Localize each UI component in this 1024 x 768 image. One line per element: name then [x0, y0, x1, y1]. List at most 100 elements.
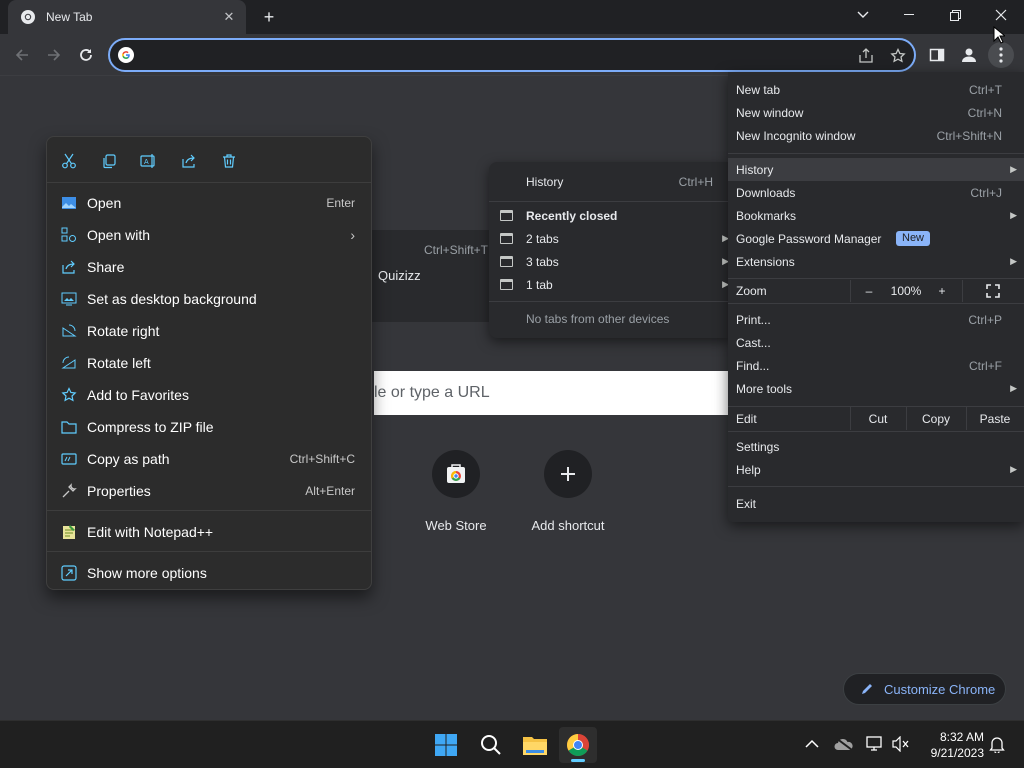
photo-icon: [60, 194, 78, 212]
recently-closed-header: Recently closed: [489, 204, 731, 227]
file-explorer-button[interactable]: [516, 727, 554, 763]
customize-chrome-button[interactable]: Customize Chrome: [843, 673, 1006, 705]
notepad-plus-icon: [60, 523, 78, 541]
zoom-in-button[interactable]: +: [930, 280, 954, 302]
context-item-properties[interactable]: Properties Alt+Enter: [47, 475, 371, 507]
history-submenu: History Ctrl+H Recently closed 2 tabs ▶ …: [489, 162, 731, 338]
context-item-rotate-right[interactable]: Rotate right: [47, 315, 371, 347]
other-devices-note: No tabs from other devices: [526, 311, 670, 326]
side-panel-icon[interactable]: [924, 42, 950, 68]
ntp-search-placeholder: le or type a URL: [374, 384, 490, 401]
shortcut-web-store[interactable]: Web Store: [400, 450, 512, 533]
active-indicator: [571, 759, 585, 762]
tab-icon: [500, 279, 513, 290]
recent-entry[interactable]: 1 tab ▶: [489, 273, 731, 296]
reload-button[interactable]: [73, 42, 99, 68]
address-input[interactable]: [142, 46, 842, 66]
network-icon[interactable]: [865, 733, 887, 755]
share-icon[interactable]: [856, 46, 876, 66]
copy-icon[interactable]: [98, 150, 120, 172]
title-bar: New Tab ✕ +: [0, 0, 1024, 34]
tab-icon: [500, 256, 513, 267]
menu-new-tab[interactable]: New tab Ctrl+T: [728, 78, 1024, 101]
context-item-open-with[interactable]: Open with ›: [47, 219, 371, 251]
bookmark-star-icon[interactable]: [888, 46, 908, 66]
start-button[interactable]: [427, 727, 465, 763]
forward-button[interactable]: [41, 42, 67, 68]
recent-entry[interactable]: 3 tabs ▶: [489, 250, 731, 273]
edit-copy-button[interactable]: Copy: [906, 407, 966, 430]
shortcut-add[interactable]: Add shortcut: [512, 450, 624, 533]
menu-new-incognito[interactable]: New Incognito window Ctrl+Shift+N: [728, 124, 1024, 147]
context-item-share[interactable]: Share: [47, 251, 371, 283]
ntp-search-box[interactable]: le or type a URL: [374, 371, 730, 415]
edit-cut-button[interactable]: Cut: [850, 407, 906, 430]
tab-search-icon[interactable]: [840, 0, 886, 30]
notification-bell-icon[interactable]: [986, 733, 1008, 755]
rename-icon[interactable]: A: [138, 150, 160, 172]
context-item-show-more[interactable]: Show more options: [47, 557, 371, 589]
cut-icon[interactable]: [58, 150, 80, 172]
context-item-copy-path[interactable]: Copy as path Ctrl+Shift+C: [47, 443, 371, 475]
folder-icon: [523, 737, 547, 755]
menu-find[interactable]: Find... Ctrl+F: [728, 354, 1024, 377]
tab-new-tab[interactable]: New Tab ✕: [8, 0, 246, 34]
background-menu-fragment: Ctrl+Shift+T Quizizz: [372, 230, 492, 322]
restore-button[interactable]: [932, 0, 978, 30]
wrench-icon: [60, 482, 78, 500]
share-icon[interactable]: [178, 150, 200, 172]
zoom-out-button[interactable]: –: [856, 280, 882, 302]
menu-settings[interactable]: Settings: [728, 435, 1024, 458]
chrome-icon: [21, 10, 35, 24]
menu-history[interactable]: History ▶: [728, 158, 1024, 181]
onedrive-icon[interactable]: [833, 733, 855, 755]
minimize-button[interactable]: [886, 0, 932, 30]
menu-downloads[interactable]: Downloads Ctrl+J: [728, 181, 1024, 204]
rotate-right-icon: [60, 322, 78, 340]
context-item-notepad-plus[interactable]: Edit with Notepad++: [47, 516, 371, 548]
search-button[interactable]: [472, 727, 510, 763]
back-button[interactable]: [9, 42, 35, 68]
file-context-menu: A Open Enter Open with › Share Set as de…: [46, 136, 372, 590]
chevron-right-icon: ›: [350, 227, 355, 243]
address-bar[interactable]: [108, 38, 916, 72]
context-item-add-favorites[interactable]: Add to Favorites: [47, 379, 371, 411]
clock[interactable]: 8:32 AM 9/21/2023: [920, 729, 984, 761]
context-item-rotate-left[interactable]: Rotate left: [47, 347, 371, 379]
context-item-set-background[interactable]: Set as desktop background: [47, 283, 371, 315]
context-item-open[interactable]: Open Enter: [47, 187, 371, 219]
zoom-level: 100%: [890, 284, 922, 298]
chevron-right-icon: ▶: [1010, 210, 1017, 220]
profile-icon[interactable]: [956, 42, 982, 68]
star-icon: [60, 386, 78, 404]
menu-bookmarks[interactable]: Bookmarks ▶: [728, 204, 1024, 227]
more-options-icon: [60, 564, 78, 582]
menu-help[interactable]: Help ▶: [728, 458, 1024, 481]
menu-extensions[interactable]: Extensions ▶: [728, 250, 1024, 273]
edit-paste-button[interactable]: Paste: [966, 407, 1024, 430]
fragment-site: Quizizz: [378, 268, 421, 283]
volume-muted-icon[interactable]: [890, 733, 912, 755]
menu-password-manager[interactable]: Google Password Manager New: [728, 227, 1024, 250]
fullscreen-icon[interactable]: [982, 280, 1004, 302]
menu-exit[interactable]: Exit: [728, 492, 1024, 515]
tab-close-icon[interactable]: ✕: [220, 8, 238, 26]
menu-kebab-icon[interactable]: [988, 42, 1014, 68]
menu-new-window[interactable]: New window Ctrl+N: [728, 101, 1024, 124]
chevron-right-icon: ▶: [1010, 256, 1017, 266]
history-item[interactable]: History Ctrl+H: [489, 170, 731, 193]
chevron-right-icon: ▶: [1010, 464, 1017, 474]
clock-time: 8:32 AM: [939, 730, 984, 744]
context-item-compress-zip[interactable]: Compress to ZIP file: [47, 411, 371, 443]
new-tab-button[interactable]: +: [258, 6, 280, 28]
delete-icon[interactable]: [218, 150, 240, 172]
web-store-icon: [447, 464, 465, 483]
menu-more-tools[interactable]: More tools ▶: [728, 377, 1024, 400]
menu-print[interactable]: Print... Ctrl+P: [728, 308, 1024, 331]
chrome-taskbar-button[interactable]: [559, 727, 597, 763]
tray-chevron-up-icon[interactable]: [801, 733, 823, 755]
recent-entry[interactable]: 2 tabs ▶: [489, 227, 731, 250]
menu-zoom: Zoom – 100% +: [728, 280, 1024, 302]
clock-date: 9/21/2023: [930, 746, 984, 760]
menu-cast[interactable]: Cast...: [728, 331, 1024, 354]
